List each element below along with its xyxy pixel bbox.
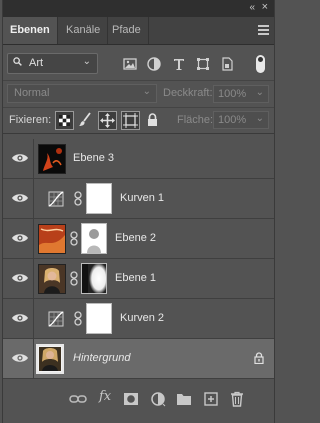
lock-transparency-button[interactable] [55,111,74,130]
padlock-icon [148,113,157,126]
layer-row[interactable]: Kurven 1 [3,179,274,219]
blend-row: Normal ⌄ Deckkraft: 100% ⌄ [3,80,274,107]
layers-bottom-toolbar: fx [3,386,274,412]
adjustment-layer-icon[interactable] [149,390,167,408]
layer-thumbnail [38,224,66,254]
row-divider [33,259,34,298]
fill-label: Fläche: [177,114,214,126]
layer-row[interactable]: Kurven 2 [3,299,274,339]
blend-mode-value: Normal [14,87,50,99]
checkerboard-icon [59,115,70,126]
eye-icon[interactable] [11,151,29,165]
layer-thumbnail [36,344,64,374]
panel-tabs: Ebenen Kanäle Pfade [3,17,274,45]
opacity-label: Deckkraft: [163,87,213,99]
opacity-field[interactable]: 100% ⌄ [213,85,269,103]
filter-kind-select[interactable]: Art ⌄ [7,53,98,74]
row-divider [33,219,34,258]
tab-layers[interactable]: Ebenen [3,17,58,44]
layer-row[interactable]: Ebene 3 [3,139,274,179]
row-divider [33,179,34,218]
fx-icon[interactable]: fx [99,389,111,404]
link-icon[interactable] [69,231,79,246]
chevron-down-icon: ⌄ [142,86,151,97]
layer-mask-thumbnail[interactable] [81,263,107,294]
lock-position-button[interactable] [98,111,117,130]
panel-menu-icon[interactable] [258,25,269,37]
smart-object-filter-icon[interactable] [219,56,235,72]
lock-artboard-button[interactable] [121,111,140,130]
fill-field[interactable]: 100% ⌄ [213,111,269,129]
chevron-down-icon: ⌄ [82,56,91,67]
padlock-icon[interactable] [254,352,264,364]
row-divider [33,299,34,338]
lock-all-button[interactable] [144,111,163,130]
layer-name: Ebene 1 [115,272,156,284]
row-divider [33,339,34,378]
layer-row[interactable]: Hintergrund [3,339,274,379]
eye-icon[interactable] [11,311,29,325]
link-layers-icon[interactable] [69,390,87,408]
layer-name: Ebene 2 [115,232,156,244]
brush-icon [79,112,91,126]
link-icon[interactable] [73,191,83,206]
add-mask-icon[interactable] [122,390,140,408]
collapse-panel-button[interactable]: « [249,2,254,13]
layer-row[interactable]: Ebene 1 [3,259,274,299]
layers-list: Ebene 3 Kurven 1 Ebene 2 Ebene 1 Kurven … [3,139,274,380]
lock-pixels-button[interactable] [77,111,96,130]
blend-mode-select[interactable]: Normal ⌄ [7,84,157,103]
tab-channels[interactable]: Kanäle [59,17,109,44]
link-icon[interactable] [69,271,79,286]
layer-thumbnail [38,264,66,294]
layer-mask-thumbnail[interactable] [86,303,112,334]
new-group-icon[interactable] [175,390,193,408]
curves-adjustment-icon [48,311,64,327]
delete-layer-icon[interactable] [228,390,246,408]
layer-name: Kurven 2 [120,312,165,324]
panel-title-bar: « × [3,0,274,17]
search-icon [13,57,22,66]
layer-name: Kurven 1 [120,192,165,204]
layer-thumbnail [38,144,66,174]
image-filter-icon[interactable] [122,56,138,72]
fill-value: 100% [218,114,247,126]
close-panel-button[interactable]: × [262,1,268,13]
layers-panel: « × Ebenen Kanäle Pfade Art ⌄ Normal ⌄ D… [2,0,275,423]
artboard-icon [123,113,138,128]
chevron-down-icon: ⌄ [255,113,264,124]
layer-row[interactable]: Ebene 2 [3,219,274,259]
chevron-down-icon: ⌄ [255,87,264,98]
eye-icon[interactable] [11,191,29,205]
link-icon[interactable] [73,311,83,326]
filter-row: Art ⌄ [3,50,274,78]
layer-name: Hintergrund [73,352,131,364]
new-layer-icon[interactable] [202,390,220,408]
lock-label: Fixieren: [9,114,52,126]
move-icon [100,113,115,128]
lock-row: Fixieren: Fläche: 100% ⌄ [3,107,274,134]
shape-filter-icon[interactable] [195,56,211,72]
filter-kind-value: Art [29,57,44,69]
eye-icon[interactable] [11,271,29,285]
layer-mask-thumbnail[interactable] [81,223,107,254]
filter-toggle-switch[interactable] [256,55,265,73]
eye-icon[interactable] [11,231,29,245]
curves-adjustment-icon [48,191,64,207]
adjustment-filter-icon[interactable] [146,56,162,72]
layer-name: Ebene 3 [73,152,114,164]
eye-icon[interactable] [11,351,29,365]
layer-mask-thumbnail[interactable] [86,183,112,214]
row-divider [33,139,34,178]
type-filter-icon[interactable] [171,56,187,72]
tab-paths[interactable]: Pfade [105,17,149,44]
opacity-value: 100% [218,88,247,100]
